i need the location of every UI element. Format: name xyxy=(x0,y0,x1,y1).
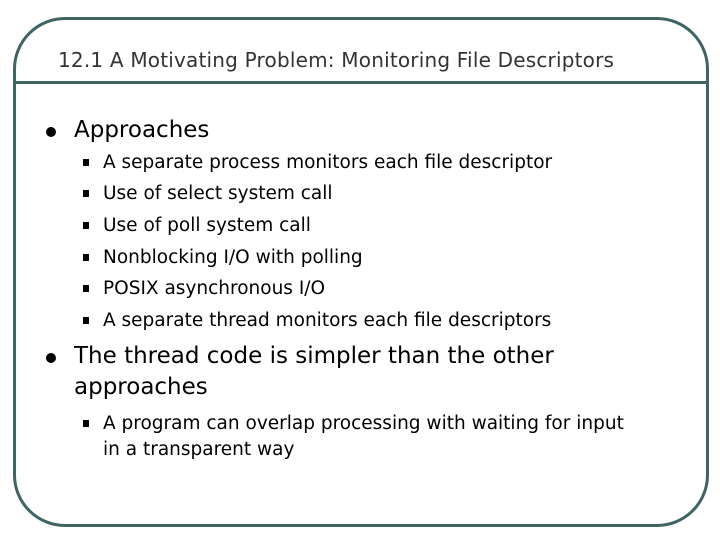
square-bullet-icon xyxy=(83,317,89,324)
square-bullet-icon xyxy=(83,190,89,197)
bullet-text: Approaches xyxy=(74,117,210,143)
bullet-text: approaches xyxy=(74,374,208,400)
round-bullet-icon xyxy=(46,127,56,137)
title-divider xyxy=(13,81,707,84)
slide-title: 12.1 A Motivating Problem: Monitoring Fi… xyxy=(58,48,615,72)
bullet-text: The thread code is simpler than the othe… xyxy=(74,343,554,369)
square-bullet-icon xyxy=(83,285,89,292)
sub-bullet-text: A program can overlap processing with wa… xyxy=(103,413,624,434)
square-bullet-icon xyxy=(83,159,89,166)
sub-bullet-text: POSIX asynchronous I/O xyxy=(103,278,326,299)
sub-bullet-text: Use of select system call xyxy=(103,183,333,204)
square-bullet-icon xyxy=(83,420,89,427)
sub-bullet-text: in a transparent way xyxy=(103,439,295,460)
sub-bullet-text: Nonblocking I/O with polling xyxy=(103,247,363,268)
sub-bullet-text: A separate thread monitors each file des… xyxy=(103,310,552,331)
square-bullet-icon xyxy=(83,254,89,261)
sub-bullet-text: A separate process monitors each file de… xyxy=(103,152,553,173)
square-bullet-icon xyxy=(83,222,89,229)
sub-bullet-text: Use of poll system call xyxy=(103,215,311,236)
round-bullet-icon xyxy=(46,353,56,363)
